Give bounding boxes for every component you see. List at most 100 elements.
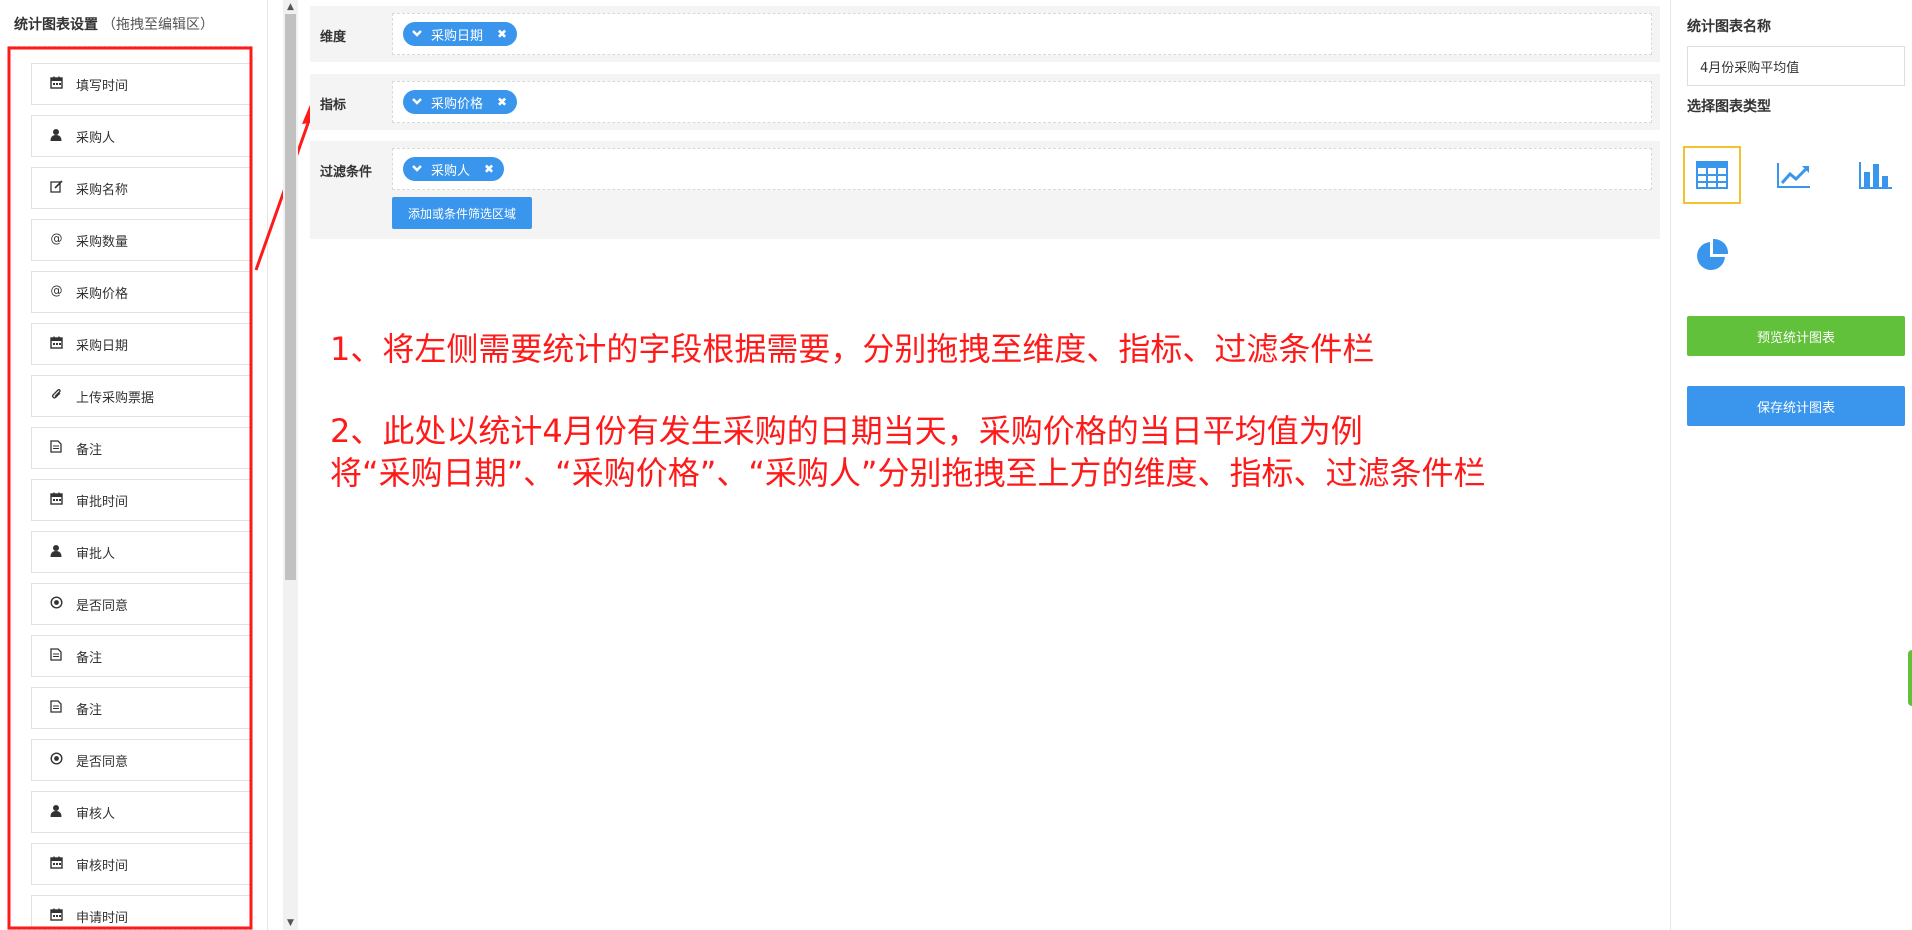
calendar-icon (48, 492, 64, 508)
field-item[interactable]: @ 采购数量 (31, 219, 251, 261)
field-panel-hint: （拖拽至编辑区） (102, 17, 214, 33)
preview-chart-button[interactable]: 预览统计图表 (1687, 316, 1905, 356)
annotation-line-2: 2、此处以统计4月份有发生采购的日期当天，采购价格的当日平均值为例 (330, 412, 1363, 450)
field-item[interactable]: @ 采购价格 (31, 271, 251, 313)
field-item[interactable]: 是否同意 (31, 739, 251, 781)
field-item-label: 是否同意 (76, 754, 129, 770)
at-icon: @ (48, 232, 64, 248)
chart-type-label: 选择图表类型 (1687, 99, 1771, 115)
field-panel: 统计图表设置 （拖拽至编辑区） 填写时间采购人采购名称 @ 采购数量 @ 采购价格采购日期… (0, 0, 268, 930)
scroll-up-arrow-icon[interactable]: ▲ (283, 0, 298, 14)
field-item[interactable]: 审核时间 (31, 843, 251, 885)
chart-type-bar[interactable] (1847, 146, 1905, 204)
field-item-label: 备注 (76, 650, 103, 666)
at-icon: @ (48, 284, 64, 300)
field-item-label: 审批人 (76, 546, 116, 562)
dimension-drop-zone[interactable]: 采购日期 ✖ (392, 13, 1652, 55)
save-chart-button[interactable]: 保存统计图表 (1687, 386, 1905, 426)
metric-label: 指标 (320, 98, 347, 113)
field-item[interactable]: 上传采购票据 (31, 375, 251, 417)
chevron-down-icon[interactable] (411, 27, 423, 42)
line-chart-icon (1777, 163, 1810, 188)
bar-chart-icon (1859, 162, 1892, 189)
edit-icon (48, 180, 64, 196)
field-item[interactable]: 申请时间 (31, 895, 251, 929)
field-item-label: 采购数量 (76, 234, 129, 250)
user-icon (48, 544, 64, 560)
dimension-label: 维度 (320, 30, 347, 45)
user-icon (48, 804, 64, 820)
field-item-label: 是否同意 (76, 598, 129, 614)
field-panel-title: 统计图表设置 （拖拽至编辑区） (14, 17, 214, 33)
chart-name-input[interactable] (1687, 46, 1905, 86)
field-item-label: 采购名称 (76, 182, 129, 198)
field-item-label: 备注 (76, 442, 103, 458)
annotation-line-1: 1、将左侧需要统计的字段根据需要，分别拖拽至维度、指标、过滤条件栏 (330, 330, 1375, 368)
close-icon[interactable]: ✖ (484, 162, 494, 176)
side-tab[interactable] (1908, 650, 1912, 706)
field-item-label: 审核人 (76, 806, 116, 822)
field-item-label: 采购价格 (76, 286, 129, 302)
field-item-label: 审批时间 (76, 494, 129, 510)
field-item-label: 填写时间 (76, 78, 129, 94)
calendar-icon (48, 336, 64, 352)
dimension-row: 维度 采购日期 ✖ (310, 6, 1660, 62)
field-item-label: 上传采购票据 (76, 390, 155, 406)
field-item[interactable]: 审批时间 (31, 479, 251, 521)
svg-text:@: @ (50, 284, 62, 297)
field-item[interactable]: 采购日期 (31, 323, 251, 365)
table-icon (1696, 161, 1728, 189)
filter-label: 过滤条件 (320, 165, 373, 180)
dimension-tag-label: 采购日期 (431, 28, 484, 44)
field-item[interactable]: 备注 (31, 687, 251, 729)
filter-tag[interactable]: 采购人 ✖ (403, 157, 505, 181)
chart-settings-panel: 统计图表名称 选择图表类型 预览统计图表 (1670, 0, 1912, 930)
metric-tag[interactable]: 采购价格 ✖ (403, 90, 518, 114)
document-icon (48, 648, 64, 664)
scroll-thumb[interactable] (285, 14, 296, 580)
metric-tag-label: 采购价格 (431, 96, 484, 112)
add-or-filter-button[interactable]: 添加或条件筛选区域 (392, 197, 532, 229)
chart-type-table[interactable] (1683, 146, 1741, 204)
filter-drop-zone[interactable]: 采购人 ✖ (392, 148, 1652, 190)
dimension-tag[interactable]: 采购日期 ✖ (403, 22, 518, 46)
scroll-down-arrow-icon[interactable]: ▼ (283, 916, 298, 930)
calendar-icon (48, 856, 64, 872)
close-icon[interactable]: ✖ (497, 27, 507, 41)
field-item-label: 备注 (76, 702, 103, 718)
radio-icon (48, 596, 64, 612)
calendar-icon (48, 908, 64, 924)
chart-name-label: 统计图表名称 (1687, 19, 1771, 35)
annotation-line-3: 将“采购日期”、“采购价格”、“采购人”分别拖拽至上方的维度、指标、过滤条件栏 (330, 454, 1486, 492)
field-item[interactable]: 备注 (31, 635, 251, 677)
metric-row: 指标 采购价格 ✖ (310, 74, 1660, 130)
field-item-label: 申请时间 (76, 910, 129, 926)
document-icon (48, 440, 64, 456)
chart-type-pie[interactable] (1683, 226, 1741, 284)
close-icon[interactable]: ✖ (497, 95, 507, 109)
filter-tag-label: 采购人 (431, 163, 471, 179)
paperclip-icon (48, 388, 64, 404)
field-item[interactable]: 采购人 (31, 115, 251, 157)
filter-row: 过滤条件 采购人 ✖ 添加或条件筛选区域 (310, 141, 1660, 239)
document-icon (48, 700, 64, 716)
field-list: 填写时间 采购人 采购名称 @ 采购数量 @ 采购价格 采购日期 上传采购票据 备注 审批时间 审批人… (8, 46, 252, 930)
user-icon (48, 128, 64, 144)
calendar-icon (48, 76, 64, 92)
field-item-label: 采购日期 (76, 338, 129, 354)
field-item[interactable]: 采购名称 (31, 167, 251, 209)
field-item[interactable]: 备注 (31, 427, 251, 469)
field-item[interactable]: 审核人 (31, 791, 251, 833)
svg-text:@: @ (50, 232, 62, 245)
chart-type-line[interactable] (1765, 146, 1823, 204)
field-list-scrollbar[interactable]: ▲ ▼ (283, 0, 298, 930)
field-item[interactable]: 是否同意 (31, 583, 251, 625)
chevron-down-icon[interactable] (411, 162, 423, 177)
chevron-down-icon[interactable] (411, 95, 423, 110)
field-item-label: 采购人 (76, 130, 116, 146)
field-item-label: 审核时间 (76, 858, 129, 874)
field-item[interactable]: 填写时间 (31, 63, 251, 105)
metric-drop-zone[interactable]: 采购价格 ✖ (392, 81, 1652, 123)
pie-chart-icon (1697, 238, 1729, 270)
field-item[interactable]: 审批人 (31, 531, 251, 573)
